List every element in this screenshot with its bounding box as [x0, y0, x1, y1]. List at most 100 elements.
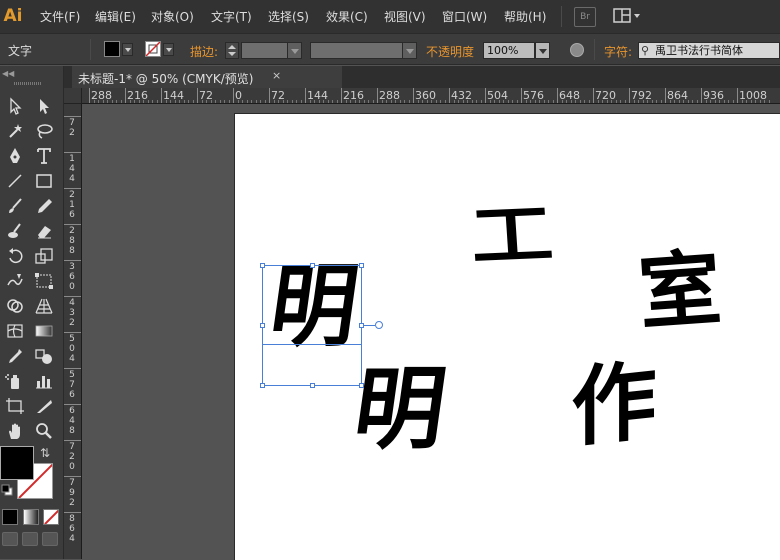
- opacity-dropdown[interactable]: [535, 42, 550, 59]
- blend-tool-icon[interactable]: [33, 346, 55, 366]
- menu-type[interactable]: 文字(T): [211, 9, 252, 25]
- pencil-tool-icon[interactable]: [33, 196, 55, 216]
- none-mode-button[interactable]: [43, 509, 59, 525]
- handle-top-left[interactable]: [260, 263, 265, 268]
- menu-window[interactable]: 窗口(W): [442, 9, 487, 25]
- lasso-tool-icon[interactable]: [33, 121, 55, 141]
- ruler-minor-tick: [764, 100, 765, 103]
- close-icon[interactable]: ×: [272, 69, 281, 82]
- control-separator: [594, 39, 595, 60]
- pen-tool-icon[interactable]: [4, 146, 26, 166]
- panel-collapse-icon[interactable]: ◀◀: [2, 69, 14, 78]
- ruler-origin[interactable]: [64, 88, 82, 104]
- paintbrush-tool-icon[interactable]: [4, 196, 26, 216]
- ruler-minor-tick: [183, 100, 185, 103]
- character-label[interactable]: 字符:: [604, 43, 632, 60]
- selection-tool-icon[interactable]: [4, 96, 26, 116]
- glyph-gong[interactable]: 工: [468, 194, 555, 275]
- artboard-tool-icon[interactable]: [4, 396, 26, 416]
- horizontal-ruler[interactable]: 288 216 144 72 0 72 144 216 288 360 432 504 576 648 72…: [82, 88, 780, 104]
- selection-bounding-box[interactable]: [262, 265, 362, 386]
- ruler-minor-tick: [674, 100, 675, 103]
- draw-behind-button[interactable]: [22, 532, 38, 546]
- handle-bottom-middle[interactable]: [310, 383, 315, 388]
- ruler-minor-tick: [750, 100, 752, 103]
- bridge-button[interactable]: Br: [574, 7, 596, 27]
- gradient-mode-button[interactable]: [23, 509, 39, 525]
- perspective-grid-tool-icon[interactable]: [33, 296, 55, 316]
- vertical-ruler[interactable]: 72 144 216 288 360 432 504 576 648 720 792 864: [64, 104, 82, 559]
- stroke-dropdown-arrow[interactable]: [163, 43, 174, 56]
- zoom-tool-icon[interactable]: [33, 421, 55, 441]
- ruler-v-label: 792: [69, 478, 75, 508]
- blob-brush-tool-icon[interactable]: [4, 221, 26, 241]
- hand-tool-icon[interactable]: [4, 421, 26, 441]
- mesh-tool-icon[interactable]: [4, 321, 26, 341]
- handle-top-middle[interactable]: [310, 263, 315, 268]
- menu-file[interactable]: 文件(F): [40, 9, 80, 25]
- fill-dropdown-arrow[interactable]: [122, 43, 133, 56]
- panel-grip[interactable]: [14, 82, 42, 85]
- opacity-label[interactable]: 不透明度: [426, 43, 474, 60]
- shape-builder-tool-icon[interactable]: [4, 296, 26, 316]
- arrange-documents-icon[interactable]: [612, 7, 644, 25]
- free-transform-tool-icon[interactable]: [33, 271, 55, 291]
- default-fill-stroke-icon[interactable]: [1, 484, 13, 496]
- magic-wand-tool-icon[interactable]: [4, 121, 26, 141]
- stroke-weight-stepper[interactable]: [225, 42, 239, 59]
- handle-bottom-left[interactable]: [260, 383, 265, 388]
- fill-color-swatch[interactable]: [104, 41, 120, 57]
- scale-tool-icon[interactable]: [33, 246, 55, 266]
- canvas[interactable]: 明 工 室 明 作: [82, 104, 780, 560]
- menu-object[interactable]: 对象(O): [151, 9, 194, 25]
- swap-fill-stroke-icon[interactable]: ⇅: [40, 446, 50, 460]
- type-tool-icon[interactable]: [33, 146, 55, 166]
- eyedropper-tool-icon[interactable]: [4, 346, 26, 366]
- glyph-zuo[interactable]: 作: [571, 349, 657, 460]
- stroke-color-swatch[interactable]: [145, 41, 161, 57]
- ruler-minor-tick: [741, 100, 743, 103]
- handle-bottom-right[interactable]: [359, 383, 364, 388]
- warp-tool-icon[interactable]: [4, 271, 26, 291]
- rectangle-tool-icon[interactable]: [33, 171, 55, 191]
- column-graph-tool-icon[interactable]: [33, 371, 55, 391]
- recolor-artwork-icon[interactable]: [570, 43, 584, 57]
- menu-select[interactable]: 选择(S): [268, 9, 309, 25]
- font-family-field[interactable]: ⚲ 禹卫书法行书简体: [638, 42, 780, 59]
- symbol-sprayer-tool-icon[interactable]: [4, 371, 26, 391]
- handle-middle-left[interactable]: [260, 323, 265, 328]
- glyph-shi[interactable]: 室: [636, 240, 725, 341]
- ruler-minor-tick: [336, 100, 338, 103]
- document-tab[interactable]: 未标题-1* @ 50% (CMYK/预览) ×: [72, 66, 342, 88]
- rotate-tool-icon[interactable]: [4, 246, 26, 266]
- stroke-weight-field[interactable]: [241, 42, 288, 59]
- menu-effect[interactable]: 效果(C): [326, 9, 368, 25]
- handle-top-right[interactable]: [359, 263, 364, 268]
- menu-view[interactable]: 视图(V): [384, 9, 426, 25]
- menu-edit[interactable]: 编辑(E): [95, 9, 136, 25]
- direct-selection-tool-icon[interactable]: [33, 96, 55, 116]
- ruler-major-tick: [64, 332, 81, 333]
- draw-normal-button[interactable]: [2, 532, 18, 546]
- menu-help[interactable]: 帮助(H): [504, 9, 546, 25]
- glyph-ming[interactable]: 明: [348, 356, 453, 462]
- draw-inside-button[interactable]: [42, 532, 58, 546]
- ruler-minor-tick: [143, 100, 144, 103]
- ruler-minor-tick: [710, 100, 711, 103]
- handle-middle-right[interactable]: [359, 323, 364, 328]
- artboard[interactable]: 明 工 室 明 作: [234, 113, 780, 560]
- stroke-label[interactable]: 描边:: [190, 43, 218, 60]
- ruler-minor-tick: [147, 100, 149, 103]
- text-anchor-handle[interactable]: [375, 321, 383, 329]
- color-mode-button[interactable]: [2, 509, 18, 525]
- eraser-tool-icon[interactable]: [33, 221, 55, 241]
- gradient-tool-icon[interactable]: [33, 321, 55, 341]
- stroke-weight-dropdown[interactable]: [287, 42, 302, 59]
- fill-swatch[interactable]: [0, 446, 34, 480]
- opacity-field[interactable]: 100%: [483, 42, 535, 59]
- profile-dropdown[interactable]: [402, 42, 417, 59]
- ruler-minor-tick: [219, 100, 221, 103]
- variable-width-profile[interactable]: [310, 42, 403, 59]
- line-segment-tool-icon[interactable]: [4, 171, 26, 191]
- slice-tool-icon[interactable]: [33, 396, 55, 416]
